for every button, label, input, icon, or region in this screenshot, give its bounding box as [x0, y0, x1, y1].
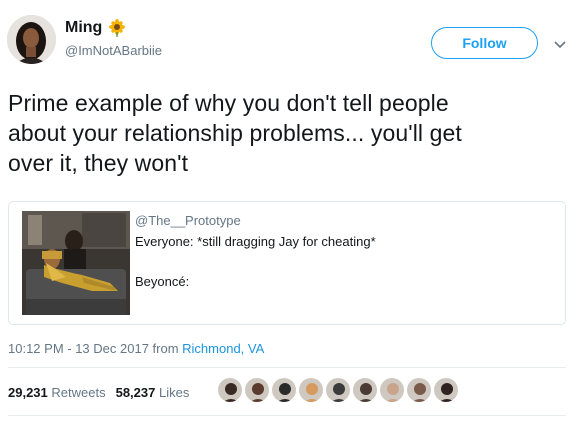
location-link[interactable]: Richmond, VA — [182, 341, 264, 356]
quoted-tweet-text: Everyone: *still dragging Jay for cheati… — [135, 234, 376, 249]
tweet-header: Ming @ImNotABarbiie Follow — [7, 13, 567, 73]
liker-avatar[interactable] — [379, 377, 405, 403]
likes-count: 58,237 — [115, 385, 156, 400]
liker-avatar[interactable] — [325, 377, 351, 403]
liker-avatar[interactable] — [433, 377, 459, 403]
liker-avatars — [217, 377, 460, 403]
retweets-label: Retweets — [51, 385, 106, 400]
liker-avatar[interactable] — [298, 377, 324, 403]
liker-avatar[interactable] — [244, 377, 270, 403]
quoted-tweet-handle[interactable]: @The__Prototype — [135, 213, 241, 228]
retweets-count: 29,231 — [8, 385, 48, 400]
sunflower-icon — [108, 19, 126, 37]
tweet-text-line: about your relationship problems... you'… — [8, 120, 462, 146]
tweet-text-line: over it, they won't — [8, 150, 189, 176]
divider — [8, 367, 566, 368]
tweet-text: Prime example of why you don't tell peop… — [8, 88, 558, 178]
liker-avatar[interactable] — [271, 377, 297, 403]
tweet-metadata: 10:12 PM - 13 Dec 2017 from Richmond, VA — [8, 341, 264, 356]
likes-label: Likes — [158, 385, 190, 400]
chevron-down-icon[interactable] — [553, 37, 567, 51]
tweet-text-line: Prime example of why you don't tell peop… — [8, 90, 449, 116]
likes-stat[interactable]: 58,237 Likes — [116, 385, 190, 400]
liker-avatar[interactable] — [406, 377, 432, 403]
quoted-tweet[interactable]: @The__Prototype Everyone: *still draggin… — [8, 201, 566, 325]
timestamp[interactable]: 10:12 PM - 13 Dec 2017 from — [8, 341, 182, 356]
retweets-stat[interactable]: 29,231 Retweets — [8, 385, 106, 400]
divider — [8, 415, 566, 416]
quoted-tweet-text: Beyoncé: — [135, 274, 190, 289]
tweet-stats: 29,231 Retweets 58,237 Likes — [8, 385, 199, 400]
display-name[interactable]: Ming — [65, 19, 102, 37]
liker-avatar[interactable] — [217, 377, 243, 403]
liker-avatar[interactable] — [352, 377, 378, 403]
quoted-tweet-image[interactable] — [22, 211, 130, 315]
follow-button[interactable]: Follow — [431, 27, 538, 59]
avatar[interactable] — [7, 15, 56, 64]
user-handle[interactable]: @ImNotABarbiie — [65, 43, 162, 58]
name-row: Ming — [65, 19, 126, 37]
